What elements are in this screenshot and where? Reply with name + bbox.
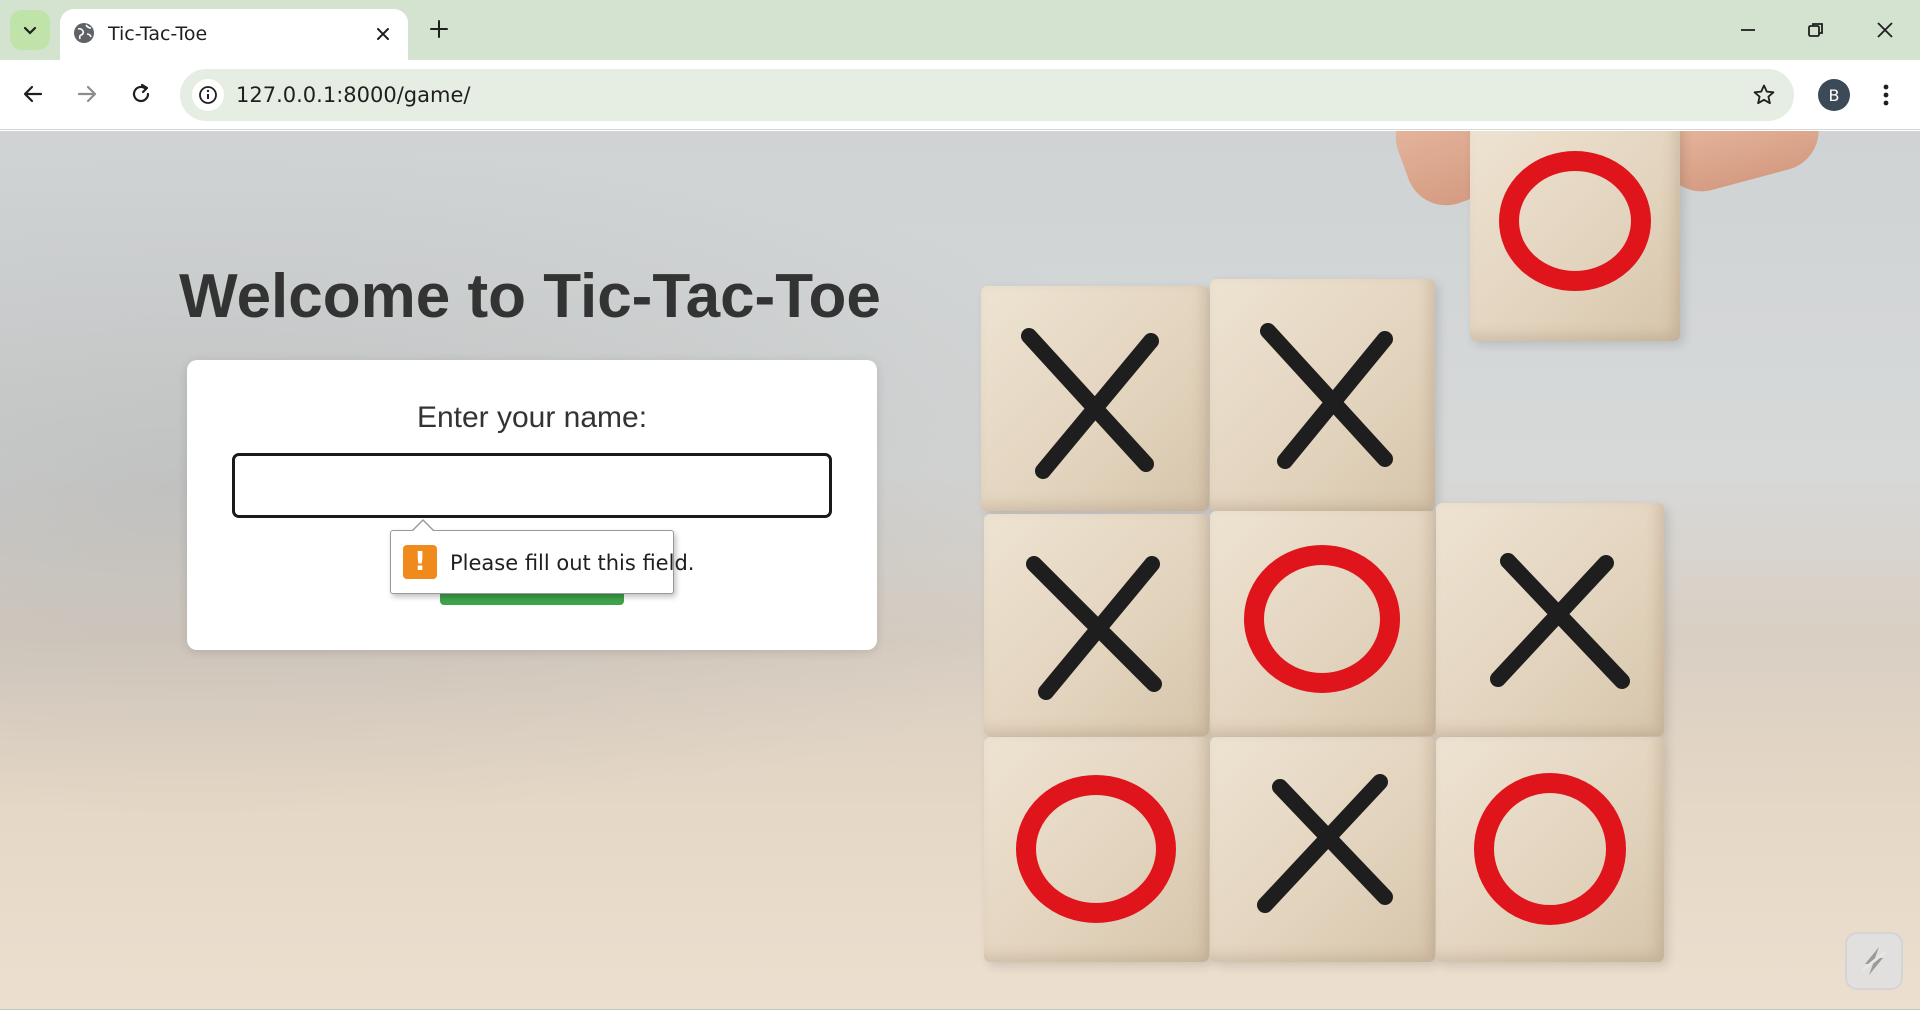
minimize-icon — [1741, 29, 1755, 31]
block-x — [1436, 503, 1664, 736]
browser-tab[interactable]: Tic-Tac-Toe — [60, 9, 408, 60]
reload-button[interactable] — [120, 73, 162, 115]
url-text[interactable]: 127.0.0.1:8000/game/ — [236, 81, 470, 109]
new-tab-button[interactable] — [424, 14, 454, 44]
plus-icon — [430, 20, 448, 38]
page-title: Welcome to Tic-Tac-Toe — [179, 262, 881, 331]
block-x — [1210, 737, 1435, 962]
bookmark-button[interactable] — [1750, 81, 1778, 109]
globe-icon — [74, 23, 94, 43]
block-x — [1210, 279, 1435, 511]
reload-icon — [132, 83, 150, 103]
tab-search-button[interactable] — [10, 10, 50, 50]
block-o — [984, 737, 1209, 962]
validation-message: Please fill out this field. — [450, 551, 695, 575]
block-o — [1210, 511, 1435, 736]
tab-title: Tic-Tac-Toe — [108, 23, 208, 45]
tab-close-button[interactable] — [370, 21, 396, 47]
lightning-icon — [1862, 947, 1886, 975]
browser-menu-button[interactable] — [1872, 77, 1900, 113]
name-form-card: Enter your name: — [187, 360, 877, 650]
browser-toolbar: 127.0.0.1:8000/game/ B — [0, 60, 1920, 130]
forward-button[interactable] — [66, 73, 108, 115]
restore-icon — [1808, 23, 1823, 37]
extension-button[interactable] — [1845, 932, 1903, 990]
minimize-button[interactable] — [1726, 12, 1770, 48]
arrow-right-icon — [77, 85, 97, 103]
info-icon — [199, 86, 217, 104]
name-input[interactable] — [232, 453, 832, 518]
block-o — [1470, 131, 1680, 341]
site-info-button[interactable] — [192, 79, 224, 111]
more-vertical-icon — [1883, 84, 1889, 106]
address-bar[interactable]: 127.0.0.1:8000/game/ — [180, 69, 1794, 121]
profile-avatar[interactable]: B — [1818, 79, 1850, 111]
block-x — [984, 514, 1209, 736]
warning-icon: ! — [403, 545, 437, 579]
page-viewport: Welcome to Tic-Tac-Toe Enter your name: … — [0, 131, 1920, 1010]
close-window-button[interactable] — [1863, 12, 1907, 48]
close-icon — [1877, 22, 1893, 38]
back-button[interactable] — [12, 73, 54, 115]
block-x — [981, 286, 1209, 511]
tab-strip: Tic-Tac-Toe — [0, 0, 1920, 60]
chevron-down-icon — [23, 26, 37, 35]
validation-tooltip: ! Please fill out this field. — [390, 519, 694, 594]
block-o — [1436, 737, 1664, 962]
tic-tac-toe-background-image — [970, 131, 1828, 1010]
star-icon — [1753, 84, 1775, 105]
arrow-left-icon — [23, 85, 43, 103]
restore-button[interactable] — [1794, 12, 1838, 48]
close-icon — [377, 28, 389, 40]
name-label: Enter your name: — [416, 401, 648, 434]
